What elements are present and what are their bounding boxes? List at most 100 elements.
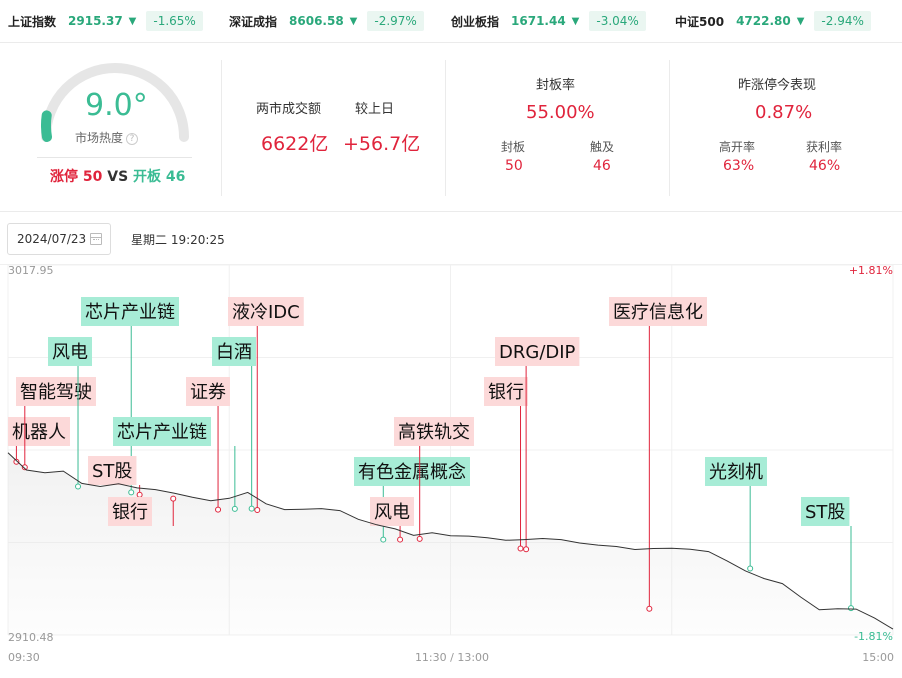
help-icon[interactable]: ?: [126, 132, 139, 145]
event-tag-label: 液冷IDC: [232, 302, 300, 323]
index-name: 上证指数: [8, 14, 57, 29]
event-tag[interactable]: 光刻机: [705, 457, 767, 572]
divider: [445, 60, 446, 196]
event-tag-label: 机器人: [12, 422, 66, 443]
index-timeline-chart: 3017.95 2910.48 +1.81% -1.81% 09:30 11:3…: [7, 265, 894, 664]
sealed-value: 50: [505, 158, 523, 174]
index-shanghai[interactable]: 上证指数 2915.37 ▼ -1.65%: [8, 10, 203, 32]
event-tag[interactable]: 银行: [484, 377, 528, 552]
pct-axis-top-label: +1.81%: [849, 265, 893, 277]
event-tag-label: 银行: [488, 382, 524, 403]
limit-up-label: 涨停: [50, 169, 78, 185]
y-axis-top-label: 3017.95: [8, 265, 54, 277]
index-ticker-bar: 上证指数 2915.37 ▼ -1.65% 深证成指 8606.58 ▼ -2.…: [0, 0, 902, 42]
heat-label: 市场热度: [75, 131, 124, 145]
event-tag-point: [170, 495, 177, 502]
seal-rate-label: 封板率: [536, 78, 576, 93]
compare-value: +56.7亿: [343, 133, 421, 155]
index-change-badge: -3.04%: [589, 11, 646, 31]
vs-label: VS: [107, 169, 129, 185]
event-tag[interactable]: 白酒: [212, 337, 256, 512]
event-tag-point: [646, 605, 653, 612]
event-tag-point: [215, 506, 222, 513]
event-tag-point: [517, 545, 524, 552]
event-tag[interactable]: 液冷IDC: [228, 297, 304, 513]
event-tag-point: [397, 536, 404, 543]
down-arrow-icon: ▼: [796, 15, 805, 27]
event-tag[interactable]: DRG/DIP: [495, 337, 580, 553]
yesterday-label: 昨涨停今表现: [738, 78, 817, 93]
divider: [221, 60, 222, 196]
event-tag-point: [380, 536, 387, 543]
event-tag-label: 芯片产业链: [117, 422, 207, 443]
y-axis-bottom-label: 2910.48: [8, 631, 54, 644]
turnover-value: 6622亿: [261, 133, 329, 155]
event-tag[interactable]: 风电: [48, 337, 92, 490]
event-tag-label: 有色金属概念: [358, 461, 466, 483]
event-tag-point: [254, 506, 261, 513]
weekday-time: 星期二 19:20:25: [131, 233, 225, 247]
event-tag-label: 风电: [374, 502, 410, 523]
event-tag-label: ST股: [92, 461, 132, 482]
high-open-label: 高开率: [719, 140, 756, 154]
x-axis-label-open: 09:30: [8, 651, 40, 664]
event-tag-label: ST股: [805, 502, 845, 523]
index-name: 创业板指: [451, 14, 500, 29]
event-tag-label: 高铁轨交: [398, 422, 470, 443]
open-count: 46: [165, 169, 186, 185]
touched-value: 46: [593, 158, 611, 174]
event-tag-point: [136, 491, 143, 498]
event-tag-point: [523, 546, 530, 553]
index-shenzhen[interactable]: 深证成指 8606.58 ▼ -2.97%: [229, 10, 424, 32]
index-change-badge: -2.94%: [814, 11, 871, 31]
event-tag-label: 芯片产业链: [85, 302, 175, 323]
compare-label: 较上日: [355, 102, 395, 117]
event-tag-point: [231, 505, 238, 512]
event-tag-label: 光刻机: [709, 462, 763, 483]
event-tag-point: [248, 505, 255, 512]
event-tag-point: [75, 483, 82, 490]
index-csi500[interactable]: 中证500 4722.80 ▼ -2.94%: [675, 10, 871, 32]
calendar-icon[interactable]: [90, 233, 102, 245]
date-value: 2024/07/23: [17, 232, 87, 246]
limit-up-count: 50: [82, 169, 103, 185]
index-value: 4722.80: [736, 14, 791, 28]
index-value: 8606.58: [289, 14, 344, 28]
event-tag-label: 医疗信息化: [613, 302, 703, 323]
divider: [37, 157, 192, 158]
turnover-label: 两市成交额: [256, 102, 322, 117]
event-tag[interactable]: 机器人: [8, 417, 70, 465]
event-tag-point: [847, 605, 854, 612]
event-tag-label: DRG/DIP: [499, 342, 576, 363]
date-picker[interactable]: 2024/07/23: [7, 223, 111, 255]
index-name: 中证500: [675, 14, 725, 29]
index-value: 2915.37: [68, 14, 123, 28]
profit-label: 获利率: [806, 140, 843, 154]
seal-rate-value: 55.00%: [526, 102, 595, 123]
index-change-badge: -1.65%: [146, 11, 203, 31]
x-axis-label-close: 15:00: [862, 651, 894, 664]
profit-value: 46%: [809, 158, 841, 174]
event-tag-label: 风电: [52, 342, 88, 363]
open-label: 开板: [133, 169, 162, 185]
event-tag-label: 白酒: [216, 342, 252, 363]
index-chinext[interactable]: 创业板指 1671.44 ▼ -3.04%: [451, 10, 646, 32]
down-arrow-icon: ▼: [349, 15, 358, 27]
x-axis-label-midday: 11:30 / 13:00: [415, 651, 489, 664]
heat-label-row: 市场热度?: [75, 129, 139, 146]
index-change-badge: -2.97%: [367, 11, 424, 31]
event-tag-label: 银行: [112, 502, 148, 523]
limit-vs-open: 涨停 50 VS 开板 46: [50, 166, 185, 186]
heat-gauge-fill: [41, 110, 52, 142]
divider: [0, 42, 902, 43]
divider: [0, 211, 902, 212]
sealed-label: 封板: [501, 140, 526, 154]
index-value: 1671.44: [511, 14, 566, 28]
event-tag[interactable]: ST股: [801, 497, 854, 612]
touched-label: 触及: [590, 140, 615, 154]
heat-value: 9.0°: [85, 88, 148, 123]
event-tag-point: [128, 489, 135, 496]
down-arrow-icon: ▼: [128, 15, 137, 27]
event-tag-point: [416, 535, 423, 542]
divider: [669, 60, 670, 196]
